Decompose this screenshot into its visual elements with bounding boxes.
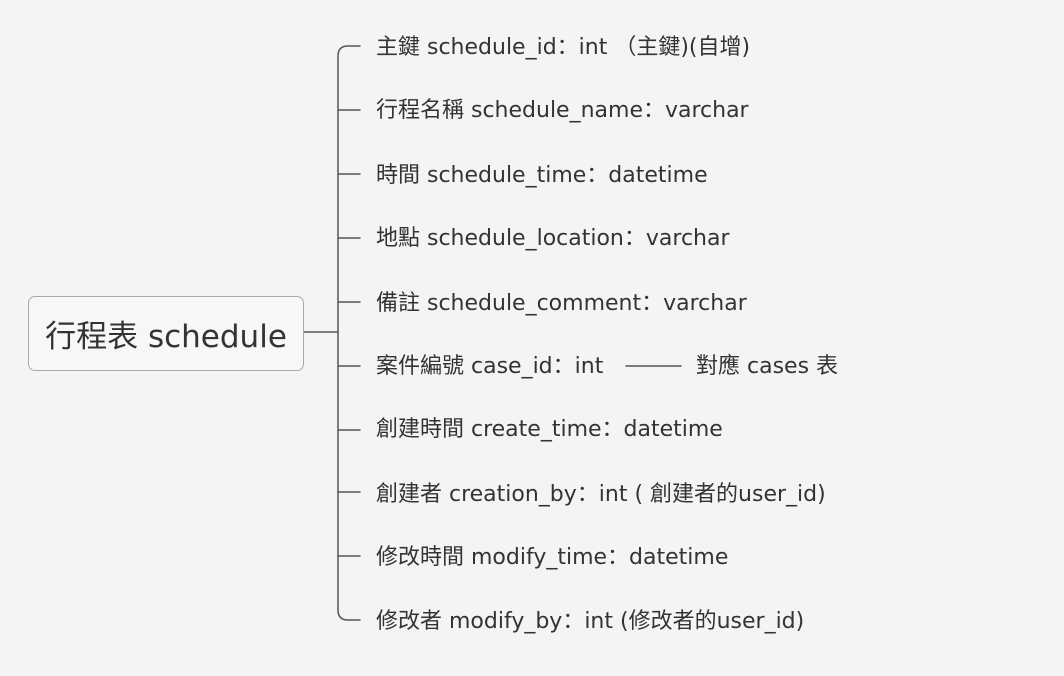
field-schedule-time[interactable]: 時間 schedule_time：datetime (376, 162, 708, 190)
field-schedule-id[interactable]: 主鍵 schedule_id：int （主鍵)(自增) (376, 34, 750, 62)
field-creation-by[interactable]: 創建者 creation_by：int ( 創建者的user_id) (376, 481, 826, 509)
field-schedule-location[interactable]: 地點 schedule_location：varchar (376, 225, 730, 253)
field-schedule-comment[interactable]: 備註 schedule_comment：varchar (376, 290, 747, 318)
case-reference-note[interactable]: 對應 cases 表 (696, 353, 838, 381)
field-modify-time[interactable]: 修改時間 modify_time：datetime (376, 544, 728, 572)
field-schedule-name[interactable]: 行程名稱 schedule_name：varchar (376, 97, 749, 125)
field-create-time[interactable]: 創建時間 create_time：datetime (376, 416, 723, 444)
field-case-id[interactable]: 案件編號 case_id：int (376, 353, 603, 381)
field-modify-by[interactable]: 修改者 modify_by：int (修改者的user_id) (376, 608, 804, 636)
root-node-schedule-table[interactable]: 行程表 schedule (28, 296, 304, 371)
root-node-label: 行程表 schedule (45, 319, 287, 355)
mind-map-canvas: 行程表 schedule 主鍵 schedule_id：int （主鍵)(自增)… (0, 0, 1064, 676)
branch-trunk (337, 45, 361, 621)
